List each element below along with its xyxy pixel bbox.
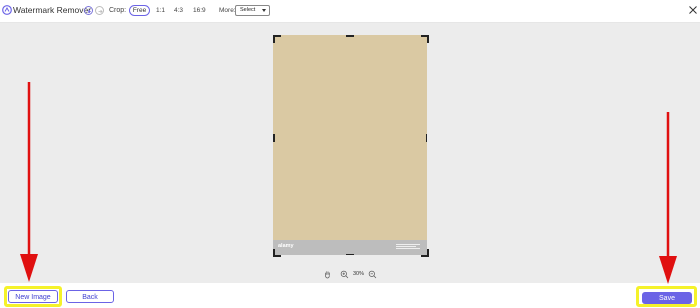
zoom-out-icon[interactable]: [368, 270, 377, 279]
app-title: Watermark Remover: [13, 5, 92, 15]
new-image-button[interactable]: New Image: [8, 290, 58, 303]
crop-label: Crop:: [109, 7, 127, 14]
top-toolbar: Watermark Remover Crop: Free 1:1 4:3 16:…: [0, 0, 700, 23]
select-value: Select: [240, 7, 256, 13]
more-label: More:: [219, 7, 236, 14]
play-icon: [88, 9, 91, 14]
crop-handle-top-left[interactable]: [273, 35, 281, 43]
crop-option-4-3[interactable]: 4:3: [174, 7, 183, 14]
crop-handle-top[interactable]: [346, 35, 354, 37]
crop-option-free[interactable]: Free: [129, 5, 150, 16]
zoom-in-icon[interactable]: [340, 270, 349, 279]
rotate-right-button[interactable]: [95, 6, 104, 15]
crop-handle-bottom[interactable]: [346, 253, 354, 255]
crop-handle-top-right[interactable]: [421, 35, 429, 43]
chevron-down-icon: [262, 9, 266, 12]
crop-handle-right[interactable]: [425, 134, 427, 142]
back-button[interactable]: Back: [66, 290, 114, 303]
watermark-fine-print: [396, 243, 420, 250]
crop-handle-bottom-right[interactable]: [421, 249, 429, 257]
close-icon[interactable]: [688, 5, 698, 15]
zoom-level: 30%: [353, 271, 365, 277]
save-button[interactable]: Save: [642, 292, 692, 304]
crop-handle-left[interactable]: [273, 134, 275, 142]
image-preview[interactable]: [273, 35, 427, 255]
crop-option-16-9[interactable]: 16:9: [193, 7, 206, 14]
app-logo-icon: [2, 5, 12, 15]
rotate-left-button[interactable]: [84, 6, 93, 15]
crop-option-1-1[interactable]: 1:1: [156, 7, 165, 14]
more-select-dropdown[interactable]: Select: [235, 5, 270, 16]
crop-handle-bottom-left[interactable]: [273, 249, 281, 257]
hand-icon[interactable]: [323, 270, 332, 279]
arrow-right-icon: [98, 9, 103, 14]
